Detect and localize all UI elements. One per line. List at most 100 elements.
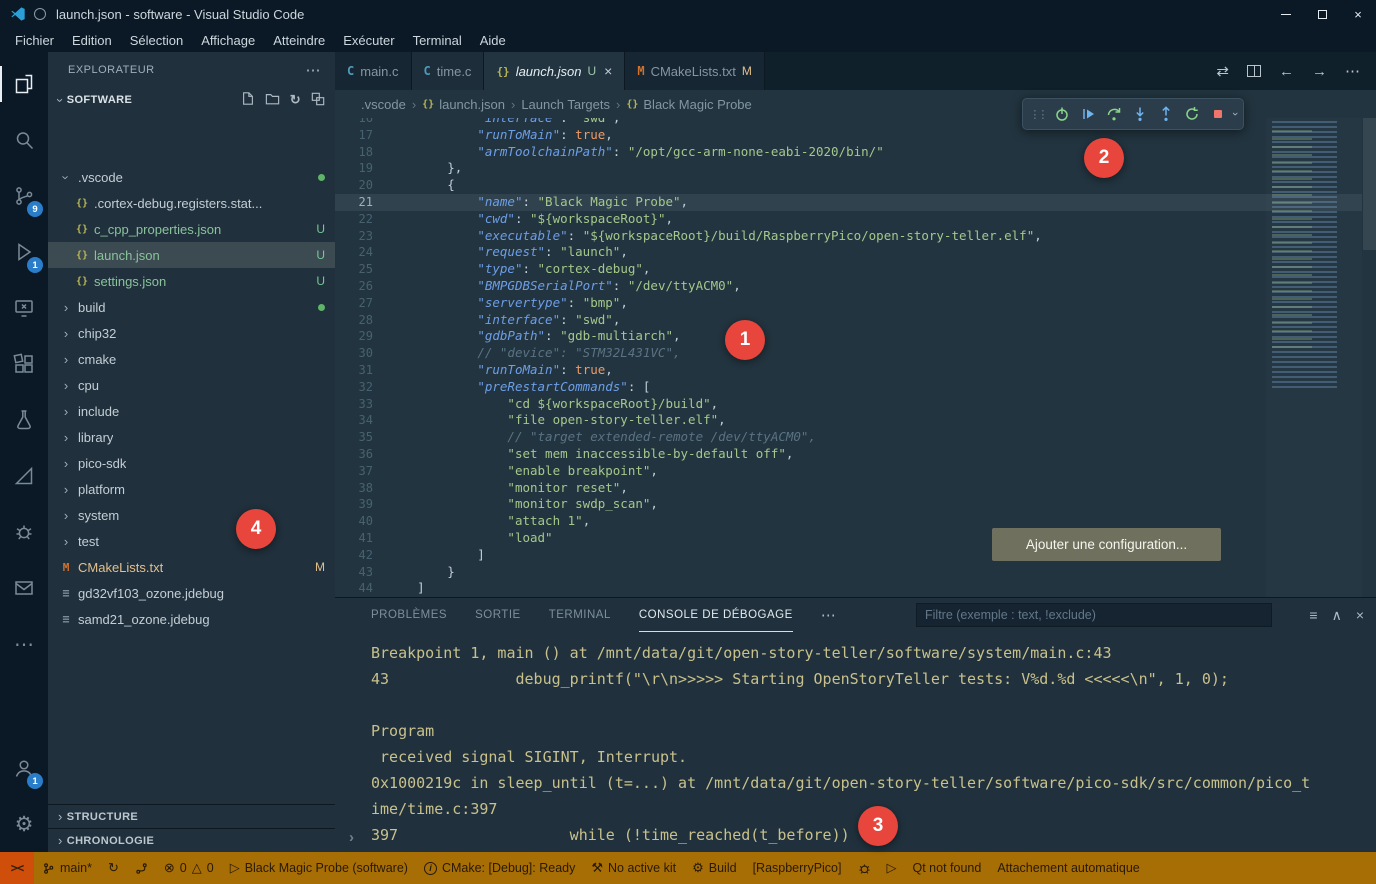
tree-item-library[interactable]: ›library	[48, 424, 335, 450]
new-file-icon[interactable]	[241, 91, 255, 109]
tree-item-chip32[interactable]: ›chip32	[48, 320, 335, 346]
tree-item-test[interactable]: ›test	[48, 528, 335, 554]
minimize-button[interactable]	[1268, 0, 1304, 28]
chevron-down-icon[interactable]: ›	[1229, 112, 1241, 116]
run-debug-icon[interactable]: 1	[0, 224, 48, 280]
breadcrumb-launch-targets[interactable]: Launch Targets	[521, 97, 610, 112]
panel-more-icon[interactable]: ⋯	[821, 606, 836, 624]
menu-executer[interactable]: Exécuter	[334, 31, 403, 50]
auto-attach-status[interactable]: Attachement automatique	[989, 852, 1147, 884]
menu-selection[interactable]: Sélection	[121, 31, 192, 50]
new-folder-icon[interactable]	[265, 92, 280, 109]
cmake-triangle-icon[interactable]	[0, 448, 48, 504]
step-out-icon[interactable]	[1153, 101, 1179, 127]
sidebar-more-icon[interactable]: ⋯	[306, 61, 322, 79]
tree-item-samd21-ozone-jdebug[interactable]: samd21_ozone.jdebug	[48, 606, 335, 632]
tree-item-launch-json[interactable]: launch.jsonU	[48, 242, 335, 268]
console-filter-input[interactable]	[916, 603, 1272, 627]
refresh-icon[interactable]: ↻	[290, 92, 301, 108]
tree-item-pico-sdk[interactable]: ›pico-sdk	[48, 450, 335, 476]
breadcrumb-vscode[interactable]: .vscode	[361, 97, 406, 112]
target-status[interactable]: [RaspberryPico]	[745, 852, 850, 884]
tree-item-system[interactable]: ›system	[48, 502, 335, 528]
workspace-section-header[interactable]: › SOFTWARE ↻	[48, 88, 335, 112]
cmake-status[interactable]: iCMake: [Debug]: Ready	[416, 852, 583, 884]
minimap[interactable]	[1266, 118, 1362, 597]
step-into-icon[interactable]	[1127, 101, 1153, 127]
tree-item-include[interactable]: ›include	[48, 398, 335, 424]
cmake-run-status[interactable]: ▷	[879, 852, 905, 884]
source-control-icon[interactable]: 9	[0, 168, 48, 224]
close-panel-icon[interactable]: ×	[1356, 607, 1364, 623]
tree-item-vscode[interactable]: ›.vscode	[48, 164, 335, 190]
tree-item-cmakelists-txt[interactable]: CMakeLists.txtM	[48, 554, 335, 580]
tree-item-cortex-debug-registers-stat[interactable]: .cortex-debug.registers.stat...	[48, 190, 335, 216]
tree-item-c-cpp-properties-json[interactable]: c_cpp_properties.jsonU	[48, 216, 335, 242]
restart-icon[interactable]	[1179, 101, 1205, 127]
tab-main-c[interactable]: main.c	[335, 52, 412, 90]
tree-item-cpu[interactable]: ›cpu	[48, 372, 335, 398]
accounts-icon[interactable]: 1	[0, 740, 48, 796]
maximize-panel-icon[interactable]: ∧	[1332, 607, 1342, 624]
back-icon[interactable]: ←	[1279, 63, 1294, 80]
mail-icon[interactable]	[0, 560, 48, 616]
menu-affichage[interactable]: Affichage	[192, 31, 264, 50]
explorer-icon[interactable]	[0, 56, 48, 112]
stop-icon[interactable]	[1205, 101, 1231, 127]
timeline-section[interactable]: ›CHRONOLOGIE	[48, 828, 335, 852]
menu-atteindre[interactable]: Atteindre	[264, 31, 334, 50]
debug-config-status[interactable]: ▷Black Magic Probe (software)	[222, 852, 416, 884]
debug-bug-icon[interactable]	[0, 504, 48, 560]
git-branch-status[interactable]: main*	[34, 852, 100, 884]
add-configuration-button[interactable]: Ajouter une configuration...	[992, 528, 1221, 561]
outline-section[interactable]: ›STRUCTURE	[48, 804, 335, 828]
settings-gear-icon[interactable]: ⚙	[0, 796, 48, 852]
search-icon[interactable]	[0, 112, 48, 168]
cmake-debug-status[interactable]	[850, 852, 879, 884]
menu-edition[interactable]: Edition	[63, 31, 121, 50]
filter-icon[interactable]: ≡	[1309, 607, 1317, 623]
tab-problems[interactable]: PROBLÈMES	[371, 598, 447, 632]
close-button[interactable]: ×	[1340, 0, 1376, 28]
problems-status[interactable]: ⊗0△0	[156, 852, 222, 884]
maximize-button[interactable]	[1304, 0, 1340, 28]
tab-terminal[interactable]: TERMINAL	[549, 598, 611, 632]
power-icon[interactable]	[1049, 101, 1075, 127]
code-editor[interactable]: 16 "interface": "swd",17 "runToMain": tr…	[335, 118, 1376, 597]
tree-item-build[interactable]: ›build	[48, 294, 335, 320]
git-graph-status[interactable]	[127, 852, 156, 884]
more-actions-icon[interactable]: ⋯	[1345, 62, 1360, 80]
debug-console-output[interactable]: Breakpoint 1, main () at /mnt/data/git/o…	[371, 640, 1311, 848]
split-editor-icon[interactable]	[1247, 65, 1261, 77]
compare-changes-icon[interactable]: ⇄	[1216, 62, 1229, 80]
sync-status[interactable]: ↻	[100, 852, 127, 884]
editor-scrollbar[interactable]	[1363, 118, 1376, 250]
breadcrumb-launch-json[interactable]: {}launch.json	[422, 97, 505, 112]
tab-cmakelists[interactable]: CMakeLists.txt M	[625, 52, 764, 90]
drag-handle-icon[interactable]: ⋮⋮	[1029, 108, 1045, 121]
forward-icon[interactable]: →	[1312, 63, 1327, 80]
remote-explorer-icon[interactable]	[0, 280, 48, 336]
build-status[interactable]: ⚙Build	[684, 852, 744, 884]
tab-debug-console[interactable]: CONSOLE DE DÉBOGAGE	[639, 598, 793, 632]
tree-item-settings-json[interactable]: settings.jsonU	[48, 268, 335, 294]
step-over-icon[interactable]	[1101, 101, 1127, 127]
qt-status[interactable]: Qt not found	[905, 852, 990, 884]
more-views-icon[interactable]: ⋯	[0, 616, 48, 672]
close-tab-icon[interactable]: ×	[604, 63, 612, 79]
menu-aide[interactable]: Aide	[471, 31, 515, 50]
tab-output[interactable]: SORTIE	[475, 598, 521, 632]
extensions-icon[interactable]	[0, 336, 48, 392]
menu-fichier[interactable]: Fichier	[6, 31, 63, 50]
collapse-all-icon[interactable]	[311, 92, 325, 109]
tab-time-c[interactable]: time.c	[412, 52, 485, 90]
remote-indicator[interactable]: ><	[0, 852, 34, 884]
breadcrumb-black-magic-probe[interactable]: {}Black Magic Probe	[626, 97, 751, 112]
tree-item-platform[interactable]: ›platform	[48, 476, 335, 502]
tree-item-gd32vf103-ozone-jdebug[interactable]: gd32vf103_ozone.jdebug	[48, 580, 335, 606]
kit-status[interactable]: ⚒No active kit	[583, 852, 684, 884]
menu-terminal[interactable]: Terminal	[404, 31, 471, 50]
tab-launch-json[interactable]: launch.json U ×	[484, 52, 625, 90]
testing-flask-icon[interactable]	[0, 392, 48, 448]
continue-icon[interactable]	[1075, 101, 1101, 127]
